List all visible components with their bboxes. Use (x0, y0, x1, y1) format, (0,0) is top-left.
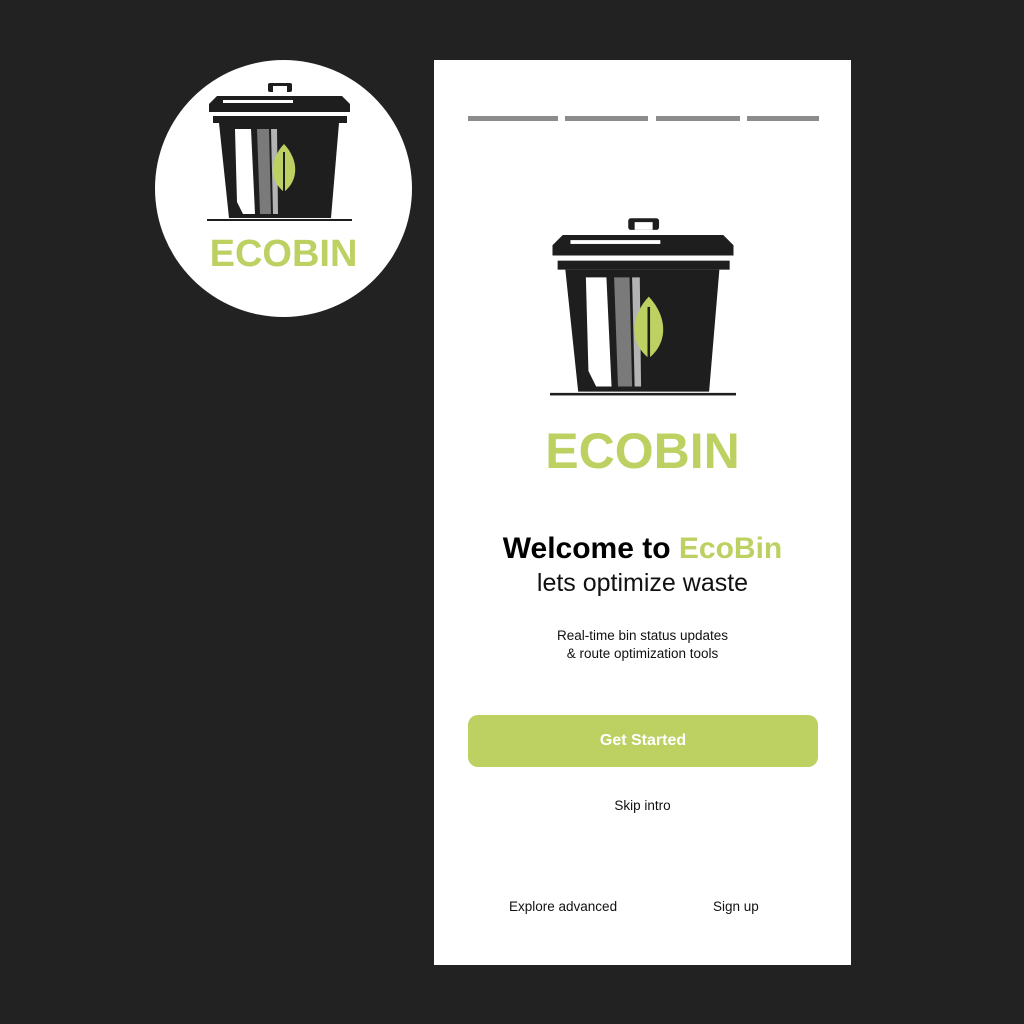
welcome-brand: EcoBin (678, 532, 783, 565)
trash-bin-leaf-icon (546, 217, 740, 407)
get-started-button[interactable]: Get Started (468, 715, 818, 767)
progress-indicator (468, 116, 819, 121)
badge-wordmark: ECOBIN (209, 233, 358, 275)
explore-advanced-link[interactable]: Explore advanced (509, 899, 617, 914)
description: Real-time bin status updates & route opt… (434, 627, 851, 663)
progress-step (468, 116, 558, 121)
progress-step (565, 116, 648, 121)
sign-up-link[interactable]: Sign up (713, 899, 759, 914)
description-line: Real-time bin status updates (556, 628, 729, 643)
progress-step (656, 116, 740, 121)
welcome-prefix: Welcome to (502, 532, 679, 565)
tagline: lets optimize waste (536, 569, 749, 597)
onboarding-screen: ECOBIN Welcome to EcoBin lets optimize w… (434, 60, 851, 965)
skip-intro-link[interactable]: Skip intro (434, 798, 851, 813)
welcome-heading: Welcome to EcoBin (434, 532, 851, 566)
ecobin-badge: ECOBIN (155, 60, 412, 317)
progress-step (747, 116, 819, 121)
description-line: & route optimization tools (566, 646, 719, 661)
hero-wordmark: ECOBIN (545, 423, 740, 479)
trash-bin-leaf-icon (207, 82, 352, 230)
